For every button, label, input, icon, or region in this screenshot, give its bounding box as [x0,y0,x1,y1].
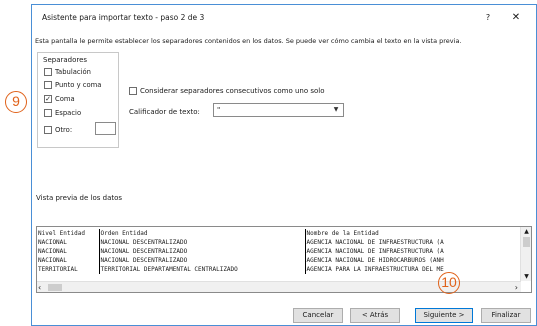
table-cell: TERRITORIAL [37,265,100,274]
separator-space-label: Espacio [55,109,82,117]
table-cell: NACIONAL DESCENTRALIZADO [99,238,306,247]
text-import-wizard-dialog: Asistente para importar texto - paso 2 d… [31,4,537,326]
scroll-right-icon[interactable]: › [515,282,518,292]
other-separator-input[interactable] [95,122,116,135]
table-row: NACIONAL NACIONAL DESCENTRALIZADO AGENCIA … [37,256,508,265]
text-qualifier-label: Calificador de texto: [129,108,200,116]
separator-space-checkbox[interactable]: Espacio [44,108,81,118]
scroll-left-icon[interactable]: ‹ [38,282,41,292]
scroll-up-icon[interactable]: ▲ [521,228,531,235]
help-button[interactable]: ? [480,10,496,26]
scroll-down-icon[interactable]: ▼ [521,273,531,280]
data-preview-table: Nivel Entidad Orden Entidad Nombre de la E… [37,229,508,274]
scroll-thumb[interactable] [523,237,530,247]
separator-comma-checkbox[interactable]: Coma [44,94,75,104]
separator-comma-label: Coma [55,95,75,103]
separator-tab-label: Tabulación [55,68,91,76]
cancel-button[interactable]: Cancelar [293,308,343,323]
data-preview-label: Vista previa de los datos [36,194,123,202]
chevron-down-icon[interactable]: ▼ [329,104,343,116]
back-button[interactable]: < Atrás [350,308,400,323]
checkbox-box[interactable] [44,126,52,134]
step-marker-9: 9 [5,91,27,113]
title-bar: Asistente para importar texto - paso 2 d… [32,5,536,29]
consecutive-separators-label: Considerar separadores consecutivos como… [140,87,325,95]
finish-button[interactable]: Finalizar [481,308,531,323]
table-cell: AGENCIA NACIONAL DE HIDROCARBUROS (ANH [306,257,444,264]
checkbox-box-checked[interactable] [44,95,52,103]
consecutive-separators-checkbox[interactable]: Considerar separadores consecutivos como… [129,87,325,95]
separator-other-checkbox[interactable]: Otro: [44,125,72,135]
table-row: TERRITORIAL TERRITORIAL DEPARTAMENTAL CEN… [37,265,508,274]
checkbox-box[interactable] [44,81,52,89]
table-cell: AGENCIA NACIONAL DE INFRAESTRUCTURA (A [306,239,444,246]
table-row: NACIONAL NACIONAL DESCENTRALIZADO AGENCIA … [37,247,508,256]
table-cell: NACIONAL [37,247,100,256]
separator-other-label: Otro: [55,126,73,134]
text-qualifier-value: " [217,106,221,114]
checkbox-box[interactable] [44,68,52,76]
scroll-thumb[interactable] [48,284,62,291]
table-cell: NACIONAL DESCENTRALIZADO [99,247,306,256]
separator-semicolon-label: Punto y coma [55,81,102,89]
table-cell: Orden Entidad [99,229,306,238]
table-cell: AGENCIA PARA LA INFRAESTRUCTURA DEL ME [306,266,444,273]
checkbox-box[interactable] [129,87,137,95]
table-cell: AGENCIA NACIONAL DE INFRAESTRUCTURA (A [306,248,444,255]
separator-tab-checkbox[interactable]: Tabulación [44,67,91,77]
table-cell: Nivel Entidad [37,229,100,238]
text-qualifier-select[interactable]: " ▼ [213,103,344,117]
step-marker-10: 10 [438,272,460,294]
close-icon[interactable]: ✕ [506,10,526,26]
table-cell: NACIONAL [37,256,100,265]
window-title: Asistente para importar texto - paso 2 d… [42,13,205,22]
table-row: NACIONAL NACIONAL DESCENTRALIZADO AGENCIA … [37,238,508,247]
vertical-scrollbar[interactable]: ▲ ▼ [520,227,531,281]
separator-semicolon-checkbox[interactable]: Punto y coma [44,80,101,90]
table-row: Nivel Entidad Orden Entidad Nombre de la E… [37,229,508,238]
step-description: Esta pantalla le permite establecer los … [35,37,462,45]
checkbox-box[interactable] [44,109,52,117]
separators-group-label: Separadores [42,56,89,64]
table-cell: NACIONAL [37,238,100,247]
table-cell: TERRITORIAL DEPARTAMENTAL CENTRALIZADO [99,265,306,274]
next-button[interactable]: Siguiente > [415,308,473,323]
table-cell: Nombre de la Entidad [306,230,379,237]
table-cell: NACIONAL DESCENTRALIZADO [99,256,306,265]
